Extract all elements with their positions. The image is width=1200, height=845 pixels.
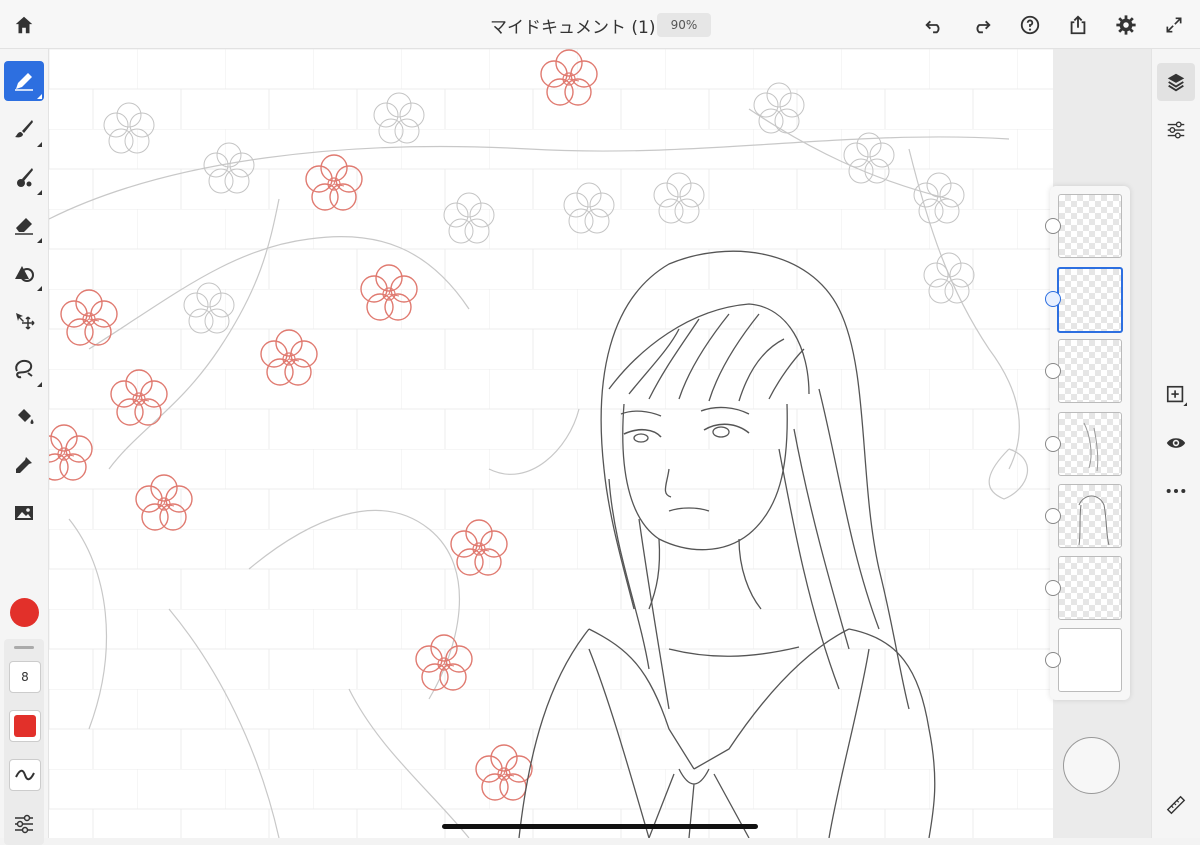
add-layer-icon[interactable]: [1164, 383, 1188, 407]
top-bar: マイドキュメント (1) 90%: [0, 0, 1200, 49]
brush-size[interactable]: 8: [9, 661, 41, 693]
layer-handle[interactable]: [1045, 652, 1061, 668]
brush-settings-icon[interactable]: [12, 813, 36, 835]
layer-handle[interactable]: [1045, 580, 1061, 596]
shape-tool-icon[interactable]: [4, 253, 44, 293]
layer-thumbnail-selected[interactable]: [1057, 267, 1123, 333]
layer-thumbnail[interactable]: [1058, 412, 1122, 476]
fullscreen-icon[interactable]: [1162, 13, 1186, 37]
adjustments-icon[interactable]: [1164, 118, 1188, 142]
pencil-tool-icon[interactable]: [4, 61, 44, 101]
brush-color-swatch[interactable]: [9, 710, 41, 742]
move-tool-icon[interactable]: [4, 301, 44, 341]
layer-handle-selected[interactable]: [1045, 291, 1061, 307]
share-icon[interactable]: [1065, 12, 1091, 38]
layers-panel: [1045, 186, 1130, 700]
lasso-tool-icon[interactable]: [4, 349, 44, 389]
layer-thumbnail[interactable]: [1058, 484, 1122, 548]
visibility-icon[interactable]: [1164, 431, 1188, 455]
quick-brush-circle[interactable]: [1063, 737, 1120, 794]
more-icon[interactable]: [1164, 479, 1188, 503]
document-title[interactable]: マイドキュメント (1): [490, 13, 655, 38]
layer-thumbnail[interactable]: [1058, 339, 1122, 403]
panel-grip[interactable]: [14, 646, 34, 649]
tool-options-panel: 8: [4, 639, 44, 845]
fill-tool-icon[interactable]: [4, 397, 44, 437]
brush-color-fill: [14, 715, 36, 737]
zoom-level[interactable]: 90%: [657, 13, 711, 37]
settings-icon[interactable]: [1113, 12, 1139, 38]
redo-icon[interactable]: [969, 12, 995, 38]
left-toolbar: 8: [0, 49, 49, 845]
undo-icon[interactable]: [921, 12, 947, 38]
brush-tool-icon[interactable]: [4, 109, 44, 149]
layers-icon[interactable]: [1157, 63, 1195, 101]
drawing-canvas[interactable]: [49, 49, 1053, 838]
artwork: [49, 49, 1053, 838]
layer-thumbnail[interactable]: [1058, 556, 1122, 620]
layer-handle[interactable]: [1045, 363, 1061, 379]
eraser-tool-icon[interactable]: [4, 205, 44, 245]
layer-handle[interactable]: [1045, 508, 1061, 524]
layer-handle[interactable]: [1045, 218, 1061, 234]
right-toolbar: [1151, 49, 1200, 838]
home-icon[interactable]: [12, 13, 36, 37]
layer-handle[interactable]: [1045, 436, 1061, 452]
smoothing-icon[interactable]: [9, 759, 41, 791]
help-icon[interactable]: [1017, 12, 1043, 38]
blend-brush-tool-icon[interactable]: [4, 157, 44, 197]
current-color-swatch[interactable]: [10, 598, 39, 627]
eyedropper-tool-icon[interactable]: [4, 445, 44, 485]
layer-thumbnail[interactable]: [1058, 194, 1122, 258]
ruler-icon[interactable]: [1164, 793, 1188, 817]
background-layer-thumbnail[interactable]: [1058, 628, 1122, 692]
home-indicator: [442, 824, 758, 829]
image-tool-icon[interactable]: [4, 493, 44, 533]
